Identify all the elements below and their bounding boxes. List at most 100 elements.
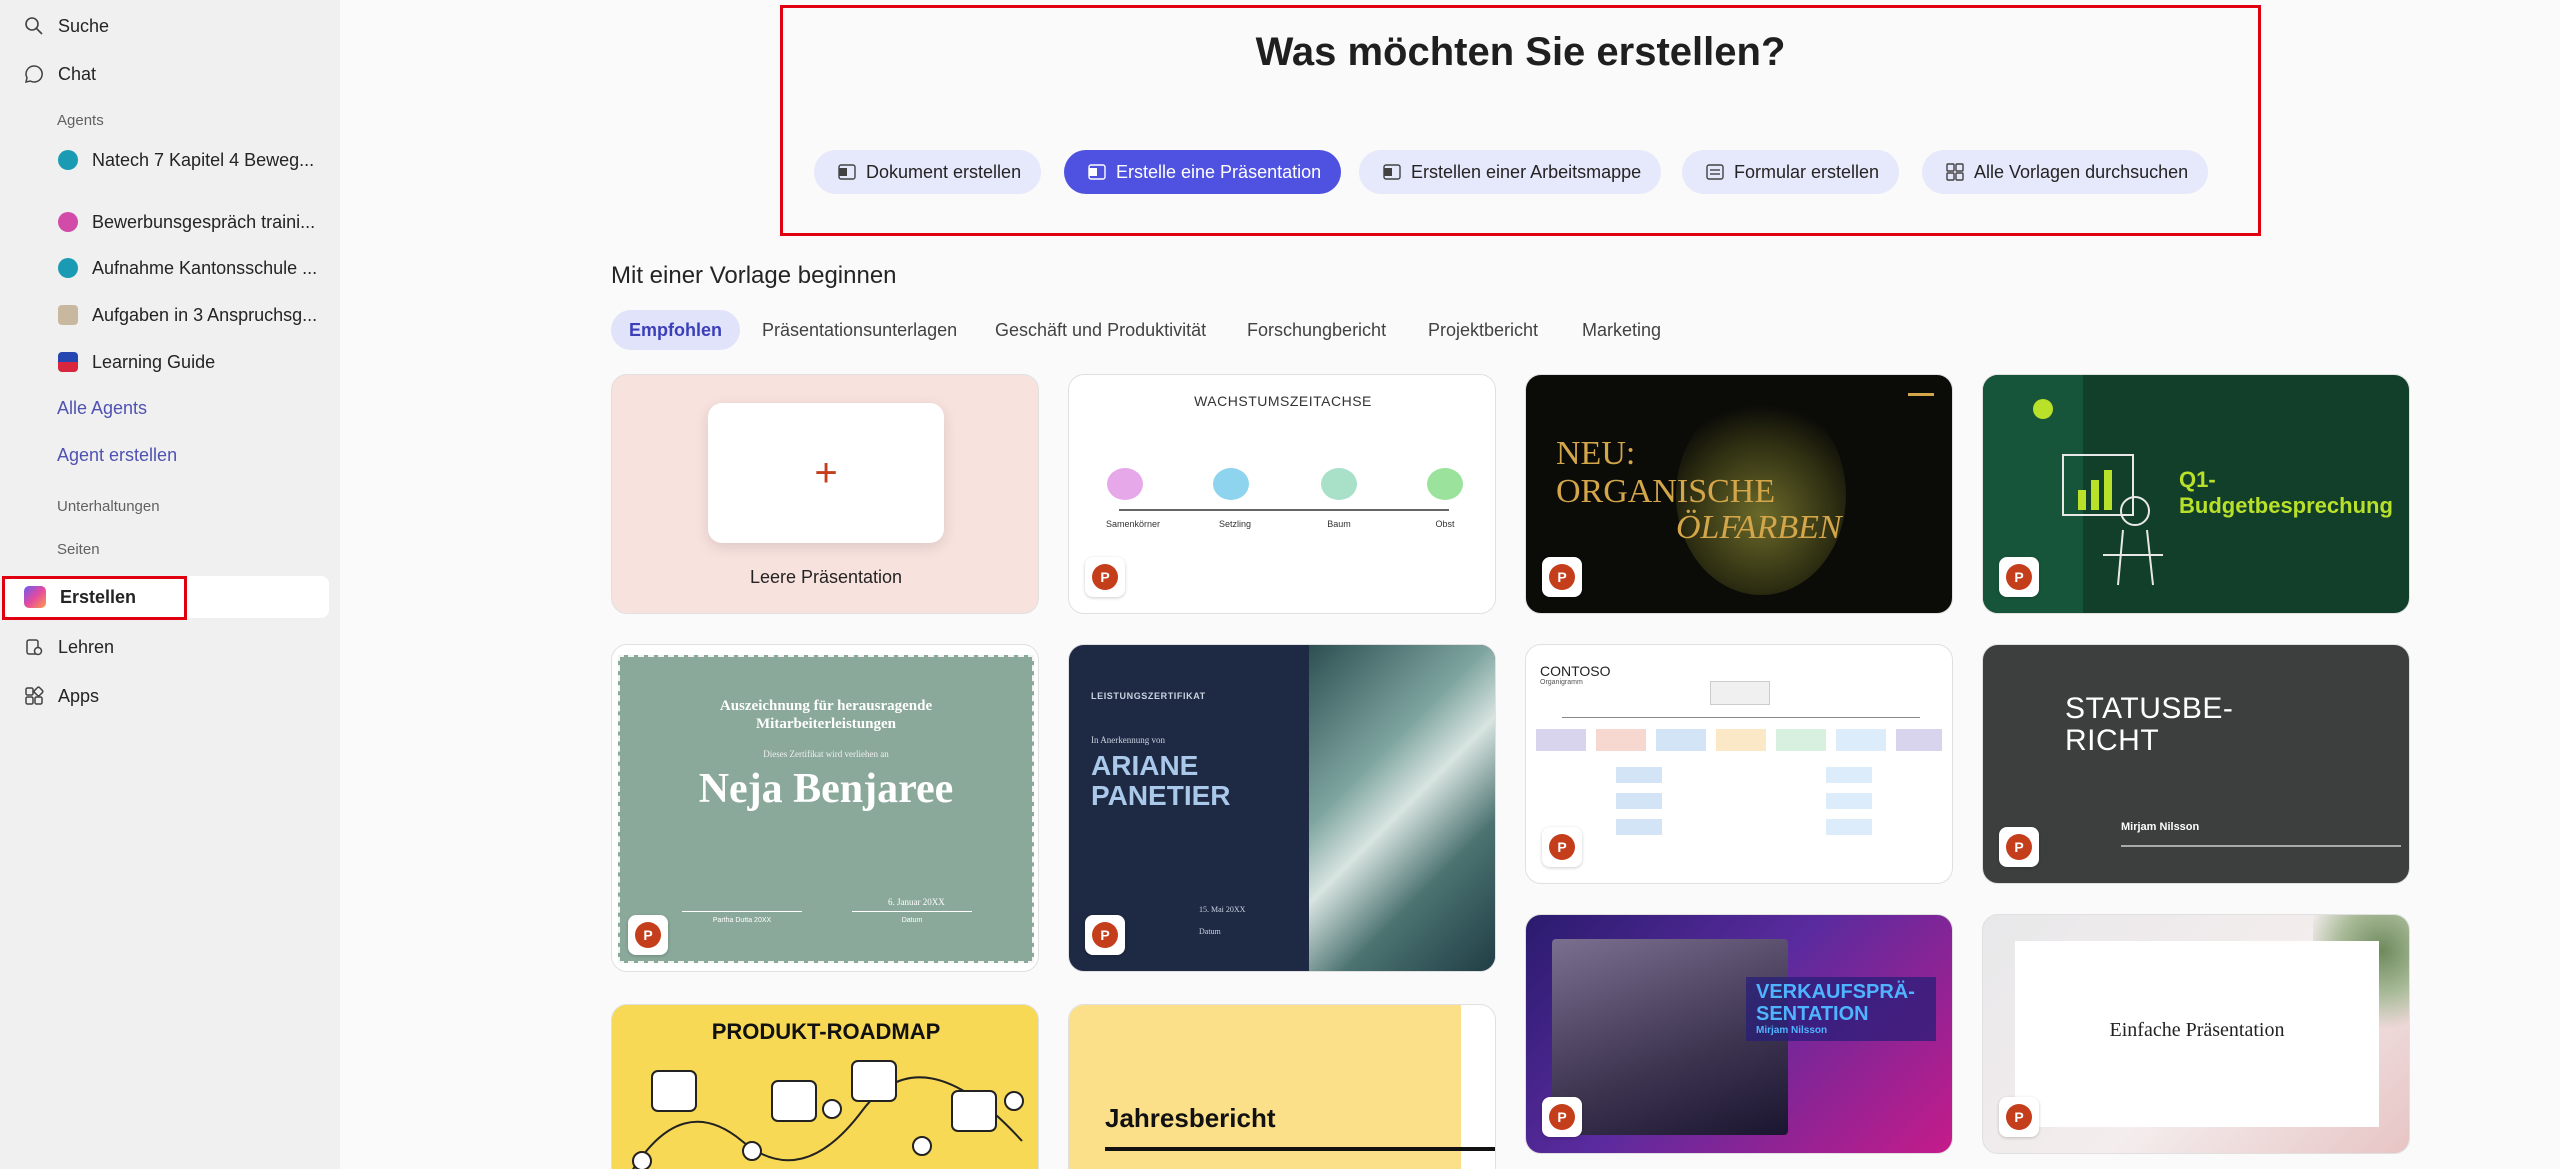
- sidebar-agent-item[interactable]: Aufnahme Kantonsschule ...: [58, 248, 317, 288]
- org-box: [1616, 767, 1662, 783]
- tab-recommended[interactable]: Empfohlen: [611, 310, 740, 350]
- org-box: [1896, 729, 1942, 751]
- stage-label: Obst: [1435, 519, 1455, 529]
- sidebar: Suche Chat Agents Natech 7 Kapitel 4 Bew…: [0, 0, 340, 1169]
- sidebar-item-lehren[interactable]: Lehren: [22, 627, 114, 667]
- background-panel: [1069, 1005, 1461, 1169]
- card-title: Einfache Präsentation: [2109, 1019, 2285, 1041]
- all-agents-link[interactable]: Alle Agents: [57, 398, 147, 419]
- roadmap-illustration: [632, 1060, 1024, 1169]
- sidebar-item-apps[interactable]: Apps: [22, 676, 99, 716]
- org-box: [1616, 819, 1662, 835]
- divider-line: [2121, 845, 2401, 847]
- powerpoint-badge-icon: P: [1999, 827, 2039, 867]
- agent-label: Aufgaben in 3 Anspruchsg...: [92, 304, 318, 325]
- org-box: [1826, 793, 1872, 809]
- template-card-simple[interactable]: Einfache Präsentation P: [1982, 914, 2410, 1154]
- sidebar-agent-item[interactable]: Natech 7 Kapitel 4 Beweg...: [58, 140, 314, 180]
- org-box: [1656, 729, 1706, 751]
- card-subtitle: In Anerkennung von: [1091, 735, 1165, 745]
- card-subtitle: Dieses Zertifikat wird verliehen an: [763, 749, 889, 759]
- card-title: PRODUKT-ROADMAP: [711, 1019, 941, 1044]
- agent-icon: [58, 150, 78, 170]
- pages-section-label: Seiten: [57, 541, 100, 558]
- tab-marketing[interactable]: Marketing: [1564, 310, 1679, 350]
- search-icon: [22, 14, 46, 38]
- powerpoint-badge-icon: P: [1542, 827, 1582, 867]
- org-box: [1616, 793, 1662, 809]
- highlight-box: [2, 576, 187, 620]
- powerpoint-badge-icon: P: [1085, 557, 1125, 597]
- template-card-award[interactable]: Auszeichnung für herausragende Mitarbeit…: [611, 644, 1039, 972]
- powerpoint-badge-icon: P: [1542, 557, 1582, 597]
- tab-business[interactable]: Geschäft und Produktivität: [977, 310, 1224, 350]
- signature-line: [682, 911, 802, 912]
- sidebar-agent-item[interactable]: Aufgaben in 3 Anspruchsg...: [58, 295, 317, 335]
- agents-section-label: Agents: [57, 112, 104, 129]
- recipient-name: PANETIER: [1091, 780, 1231, 811]
- author-name: Mirjam Nilsson: [1756, 1025, 1828, 1036]
- template-card-product-roadmap[interactable]: PRODUKT-ROADMAP: [611, 1004, 1039, 1169]
- chat-icon: [22, 62, 46, 86]
- tab-research[interactable]: Forschungbericht: [1229, 310, 1404, 350]
- org-box: [1776, 729, 1826, 751]
- org-box: [1596, 729, 1646, 751]
- org-box: [1836, 729, 1886, 751]
- apps-icon: [22, 684, 46, 708]
- agent-icon: [58, 352, 78, 372]
- sidebar-agent-item[interactable]: Learning Guide: [58, 342, 215, 382]
- highlight-box: [780, 5, 2261, 236]
- seed-icon: [1107, 468, 1143, 500]
- recipient-name: ARIANE: [1091, 750, 1199, 781]
- fruit-icon: [1427, 468, 1463, 500]
- agent-label: Aufnahme Kantonsschule ...: [92, 257, 318, 278]
- template-card-oil-paints[interactable]: NEU: ORGANISCHE ÖLFARBEN P: [1525, 374, 1953, 614]
- create-agent-link[interactable]: Agent erstellen: [57, 445, 177, 466]
- tree-icon: [1321, 468, 1357, 500]
- card-title: WACHSTUMSZEITACHSE: [1194, 393, 1372, 409]
- tab-project[interactable]: Projektbericht: [1410, 310, 1556, 350]
- stage-label: Setzling: [1218, 519, 1252, 529]
- templates-title: Mit einer Vorlage beginnen: [611, 262, 897, 289]
- divider-line: [1105, 1147, 1495, 1151]
- card-title: Jahresbericht: [1105, 1103, 1276, 1133]
- sidebar-agent-item[interactable]: Bewerbunsgespräch traini...: [58, 202, 315, 242]
- sidebar-item-search[interactable]: Suche: [22, 6, 109, 46]
- agent-icon: [58, 212, 78, 232]
- card-title-line: STATUSBE-: [2065, 692, 2234, 725]
- agent-icon: [58, 305, 78, 325]
- template-card-annual-report[interactable]: Jahresbericht: [1068, 1004, 1496, 1169]
- template-card-org-chart[interactable]: CONTOSO Organigramm P: [1525, 644, 1953, 884]
- template-card-growth-timeline[interactable]: WACHSTUMSZEITACHSE Samenkörner Setzling …: [1068, 374, 1496, 614]
- timeline-line: [1119, 509, 1449, 511]
- card-title-line: VERKAUFSPRÄ-: [1756, 981, 1915, 1003]
- card-title-line: Budgetbesprechung: [2179, 493, 2393, 518]
- agent-label: Learning Guide: [92, 351, 216, 372]
- learn-icon: [22, 635, 46, 659]
- stage-label: Baum: [1327, 519, 1351, 529]
- template-card-budget[interactable]: Q1- Budgetbesprechung P: [1982, 374, 2410, 614]
- template-card-blank[interactable]: + Leere Präsentation: [611, 374, 1039, 614]
- card-label: Leere Präsentation: [749, 567, 903, 587]
- blank-slide-preview: +: [708, 403, 944, 543]
- org-box: [1826, 819, 1872, 835]
- recipient-name: Neja Benjaree: [698, 766, 954, 812]
- sidebar-item-label: Suche: [58, 15, 110, 36]
- agent-icon: [58, 258, 78, 278]
- card-label: LEISTUNGSZERTIFIKAT: [1091, 691, 1206, 701]
- sidebar-item-label: Apps: [58, 685, 100, 706]
- accent-bar: [1908, 393, 1934, 396]
- sidebar-item-label: Chat: [58, 63, 97, 84]
- card-title-line: RICHT: [2065, 724, 2160, 757]
- template-card-sales[interactable]: VERKAUFSPRÄ- SENTATION Mirjam Nilsson P: [1525, 914, 1953, 1154]
- org-box: [1716, 729, 1766, 751]
- sidebar-item-chat[interactable]: Chat: [22, 54, 96, 94]
- org-box: [1826, 767, 1872, 783]
- template-card-status-report[interactable]: STATUSBE- RICHT Mirjam Nilsson P: [1982, 644, 2410, 884]
- signature-label: Partha Dutta 20XX: [712, 917, 772, 924]
- template-card-certificate[interactable]: LEISTUNGSZERTIFIKAT In Anerkennung von A…: [1068, 644, 1496, 972]
- sapling-icon: [1213, 468, 1249, 500]
- card-title-line: NEU:: [1556, 435, 1636, 472]
- powerpoint-badge-icon: P: [628, 915, 668, 955]
- tab-presentation-materials[interactable]: Präsentationsunterlagen: [744, 310, 975, 350]
